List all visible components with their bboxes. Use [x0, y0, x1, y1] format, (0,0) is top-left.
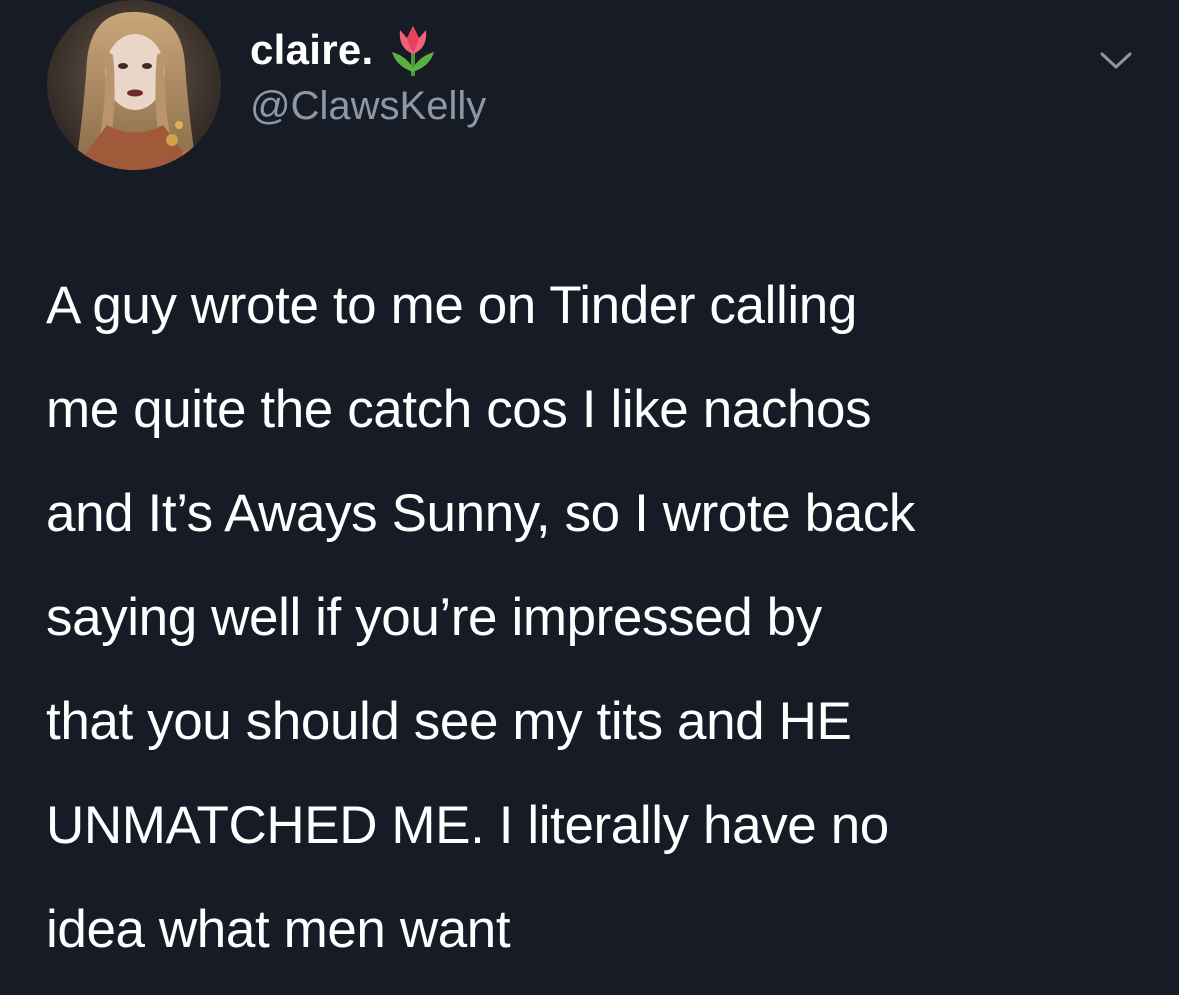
tweet-text: A guy wrote to me on Tinder calling me q…: [46, 254, 1156, 982]
user-handle[interactable]: @ClawsKelly: [250, 84, 486, 129]
avatar[interactable]: [47, 0, 221, 170]
tweet: claire. @ClawsKelly A guy wrote to me on…: [0, 0, 1179, 995]
tweet-line: me quite the catch cos I like nachos: [46, 380, 872, 439]
tweet-line: A guy wrote to me on Tinder calling: [46, 276, 857, 335]
tweet-line: and It’s Aways Sunny, so I wrote back: [46, 484, 916, 543]
tweet-line: idea what men want: [46, 900, 511, 959]
display-name[interactable]: claire.: [250, 26, 374, 74]
avatar-image: [47, 0, 221, 170]
tweet-line: that you should see my tits and HE: [46, 692, 852, 751]
author-name-row: claire.: [250, 22, 438, 78]
chevron-down-icon[interactable]: [1096, 46, 1136, 74]
tulip-icon: [388, 22, 438, 78]
tweet-line: UNMATCHED ME. I literally have no: [46, 796, 889, 855]
tweet-line: saying well if you’re impressed by: [46, 588, 822, 647]
